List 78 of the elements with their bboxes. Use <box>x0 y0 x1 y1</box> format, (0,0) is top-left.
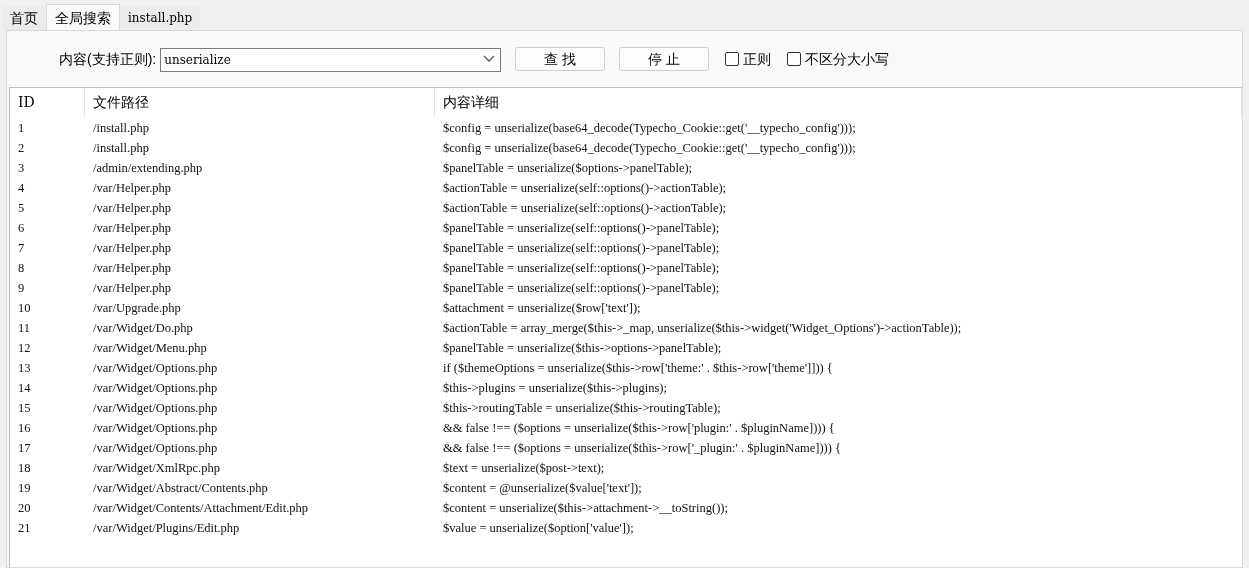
table-cell-text: /install.php <box>92 119 150 137</box>
table-cell-text: 2 <box>17 139 26 157</box>
table-cell-text: /var/Helper.php <box>92 279 173 297</box>
table-cell-text: /var/Widget/Contents/Attachment/Edit.php <box>92 499 310 517</box>
tab[interactable]: 全局搜索 <box>46 4 120 30</box>
tab[interactable]: install.php <box>120 6 201 30</box>
table-cell-text: /var/Widget/Do.php <box>92 319 194 337</box>
chevron-down-icon[interactable] <box>483 55 496 63</box>
table-cell-text: 14 <box>17 379 32 397</box>
checkbox-label: 正则 <box>743 49 772 69</box>
table-cell-text: $value = unserialize($option['value']); <box>442 519 635 537</box>
table-cell-text: /admin/extending.php <box>92 159 204 177</box>
table-cell-text: 7 <box>17 239 26 257</box>
table-cell-text: /var/Helper.php <box>92 239 173 257</box>
table-cell-text: $config = unserialize(base64_decode(Typecho_Cookie::get('__typecho_config'))); <box>442 119 857 137</box>
table-cell-text: /var/Widget/Menu.php <box>92 339 208 357</box>
table-cell-text: 5 <box>17 199 26 217</box>
search-label: 内容(支持正则): <box>59 49 157 69</box>
table-cell-text: /install.php <box>92 139 150 157</box>
table-cell-text: $actionTable = unserialize(self::options()->actionTable); <box>442 199 728 217</box>
table-cell-text: 20 <box>17 499 32 517</box>
search-field[interactable]: unserialize <box>160 48 502 72</box>
table-cell-text: 18 <box>17 459 32 477</box>
column-header[interactable]: 文件路径 <box>85 88 435 116</box>
search-button[interactable]: 停 止 <box>619 47 710 71</box>
table-cell-text: /var/Widget/Options.php <box>92 359 219 377</box>
table-cell-text: /var/Widget/Options.php <box>92 439 219 457</box>
tab[interactable]: 首页 <box>2 6 46 30</box>
table-cell-text: /var/Helper.php <box>92 179 173 197</box>
column-header[interactable]: ID <box>10 88 85 116</box>
table-cell-text: 10 <box>17 299 32 317</box>
table-cell-text: 4 <box>17 179 26 197</box>
table-cell-text: $panelTable = unserialize(self::options()->panelTable); <box>442 219 721 237</box>
table-cell-text: /var/Widget/Options.php <box>92 399 219 417</box>
table-cell-text: $panelTable = unserialize(self::options()->panelTable); <box>442 239 721 257</box>
table-cell-text: /var/Widget/Options.php <box>92 379 219 397</box>
table-cell-text: $actionTable = unserialize(self::options()->actionTable); <box>442 179 728 197</box>
table-cell-text: $config = unserialize(base64_decode(Typecho_Cookie::get('__typecho_config'))); <box>442 139 857 157</box>
checkbox-label: 不区分大小写 <box>805 49 890 69</box>
table-cell-text: /var/Widget/Plugins/Edit.php <box>92 519 241 537</box>
table-cell-text: 1 <box>17 119 26 137</box>
table-cell-text: /var/Widget/Options.php <box>92 419 219 437</box>
table-cell-text: /var/Helper.php <box>92 219 173 237</box>
table-cell-text: 17 <box>17 439 32 457</box>
table-cell-text: $this->routingTable = unserialize($this->routingTable); <box>442 399 722 417</box>
table-cell-text: /var/Widget/Abstract/Contents.php <box>92 479 269 497</box>
table-cell-text: if ($themeOptions = unserialize($this->row['theme:' . $this->row['theme']])) { <box>442 359 834 377</box>
table-cell-text: $content = @unserialize($value['text']); <box>442 479 643 497</box>
table-cell-text: 12 <box>17 339 32 357</box>
table-cell-text: 6 <box>17 219 26 237</box>
table-cell-text: $actionTable = array_merge($this->_map, unserialize($this->widget('Widget_Options')->actionTable)); <box>442 319 963 337</box>
table-cell-text: $panelTable = unserialize(self::options()->panelTable); <box>442 279 721 297</box>
table-cell-text: $panelTable = unserialize($this->options->panelTable); <box>442 339 723 357</box>
table-cell-text: /var/Helper.php <box>92 199 173 217</box>
table-cell-text: $text = unserialize($post->text); <box>442 459 606 477</box>
table-cell-text: $panelTable = unserialize($options->panelTable); <box>442 159 694 177</box>
column-header[interactable]: 内容详细 <box>435 88 1242 116</box>
table-cell-text: 11 <box>17 319 32 337</box>
table-cell-text: && false !== ($options = unserialize($this->row['plugin:' . $pluginName]))) { <box>442 419 836 437</box>
table-cell-text: 15 <box>17 399 32 417</box>
table-cell-text: && false !== ($options = unserialize($this->row['_plugin:' . $pluginName]))) { <box>442 439 842 457</box>
table-cell-text: 19 <box>17 479 32 497</box>
table-cell-text: 21 <box>17 519 32 537</box>
table-cell-text: $attachment = unserialize($row['text']); <box>442 299 642 317</box>
table-cell-text: $this->plugins = unserialize($this->plugins); <box>442 379 668 397</box>
table-cell-text: /var/Upgrade.php <box>92 299 182 317</box>
table-cell-text: 3 <box>17 159 26 177</box>
checkbox[interactable] <box>787 52 802 66</box>
table-cell-text: $content = unserialize($this->attachment->__toString()); <box>442 499 729 517</box>
checkbox[interactable] <box>725 52 740 66</box>
table-cell-text: $panelTable = unserialize(self::options()->panelTable); <box>442 259 721 277</box>
table-cell-text: 8 <box>17 259 26 277</box>
table-cell-text: 9 <box>17 279 26 297</box>
table-cell-text: 13 <box>17 359 32 377</box>
table-cell-text: /var/Widget/XmlRpc.php <box>92 459 221 477</box>
search-button[interactable]: 查 找 <box>515 47 606 71</box>
table-cell-text: /var/Helper.php <box>92 259 173 277</box>
table-cell-text: 16 <box>17 419 32 437</box>
